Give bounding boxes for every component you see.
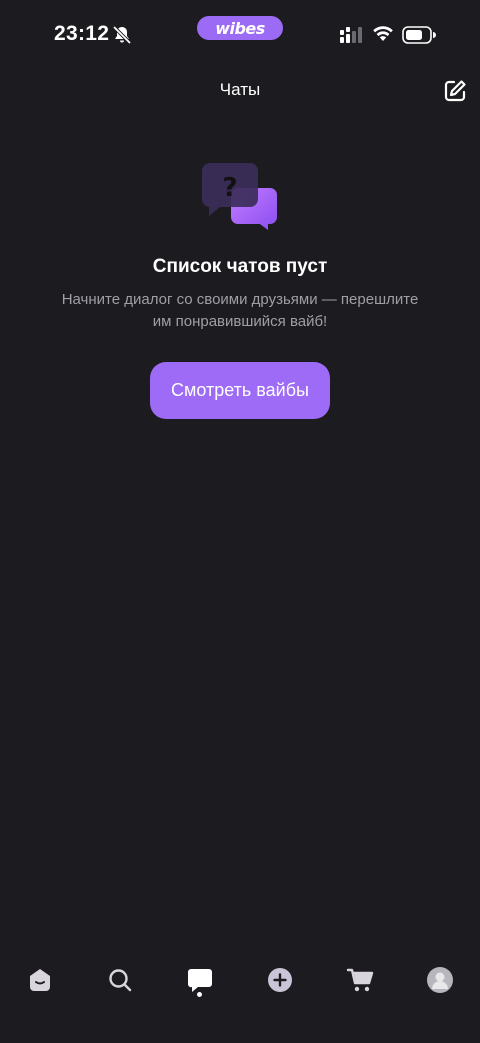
add-icon xyxy=(268,968,292,992)
home-icon xyxy=(30,969,50,991)
cart-icon xyxy=(346,968,374,992)
chats-icon xyxy=(187,969,212,992)
brand-text: wibes xyxy=(215,18,265,38)
bottom-nav xyxy=(0,950,480,1010)
nav-profile[interactable] xyxy=(420,960,460,1000)
wifi-icon xyxy=(373,26,393,41)
nav-add[interactable] xyxy=(260,960,300,1000)
empty-state-description: Начните диалог со своими друзьями — пере… xyxy=(61,291,419,330)
nav-home[interactable] xyxy=(20,960,60,1000)
nav-search[interactable] xyxy=(100,960,140,1000)
compose-icon xyxy=(444,80,466,102)
profile-icon xyxy=(427,967,453,993)
page-title: Чаты xyxy=(219,80,261,99)
nav-cart[interactable] xyxy=(340,960,380,1000)
search-icon xyxy=(109,969,132,992)
svg-text:?: ? xyxy=(222,173,237,203)
brand-logo: wibes xyxy=(197,16,283,40)
watch-vibes-button[interactable]: Смотреть вайбы xyxy=(150,362,330,419)
active-nav-indicator xyxy=(197,992,202,997)
compose-button[interactable] xyxy=(440,76,470,106)
battery-icon xyxy=(402,26,436,44)
status-time: 23:12 xyxy=(54,22,110,45)
status-bar: 23:12 wibes xyxy=(0,0,480,70)
header: Чаты xyxy=(0,70,480,114)
signal-icon xyxy=(340,27,362,43)
bell-off-icon xyxy=(112,25,132,45)
chat-question-icon: ? xyxy=(201,163,277,230)
empty-state-title: Список чатов пуст xyxy=(152,256,328,277)
